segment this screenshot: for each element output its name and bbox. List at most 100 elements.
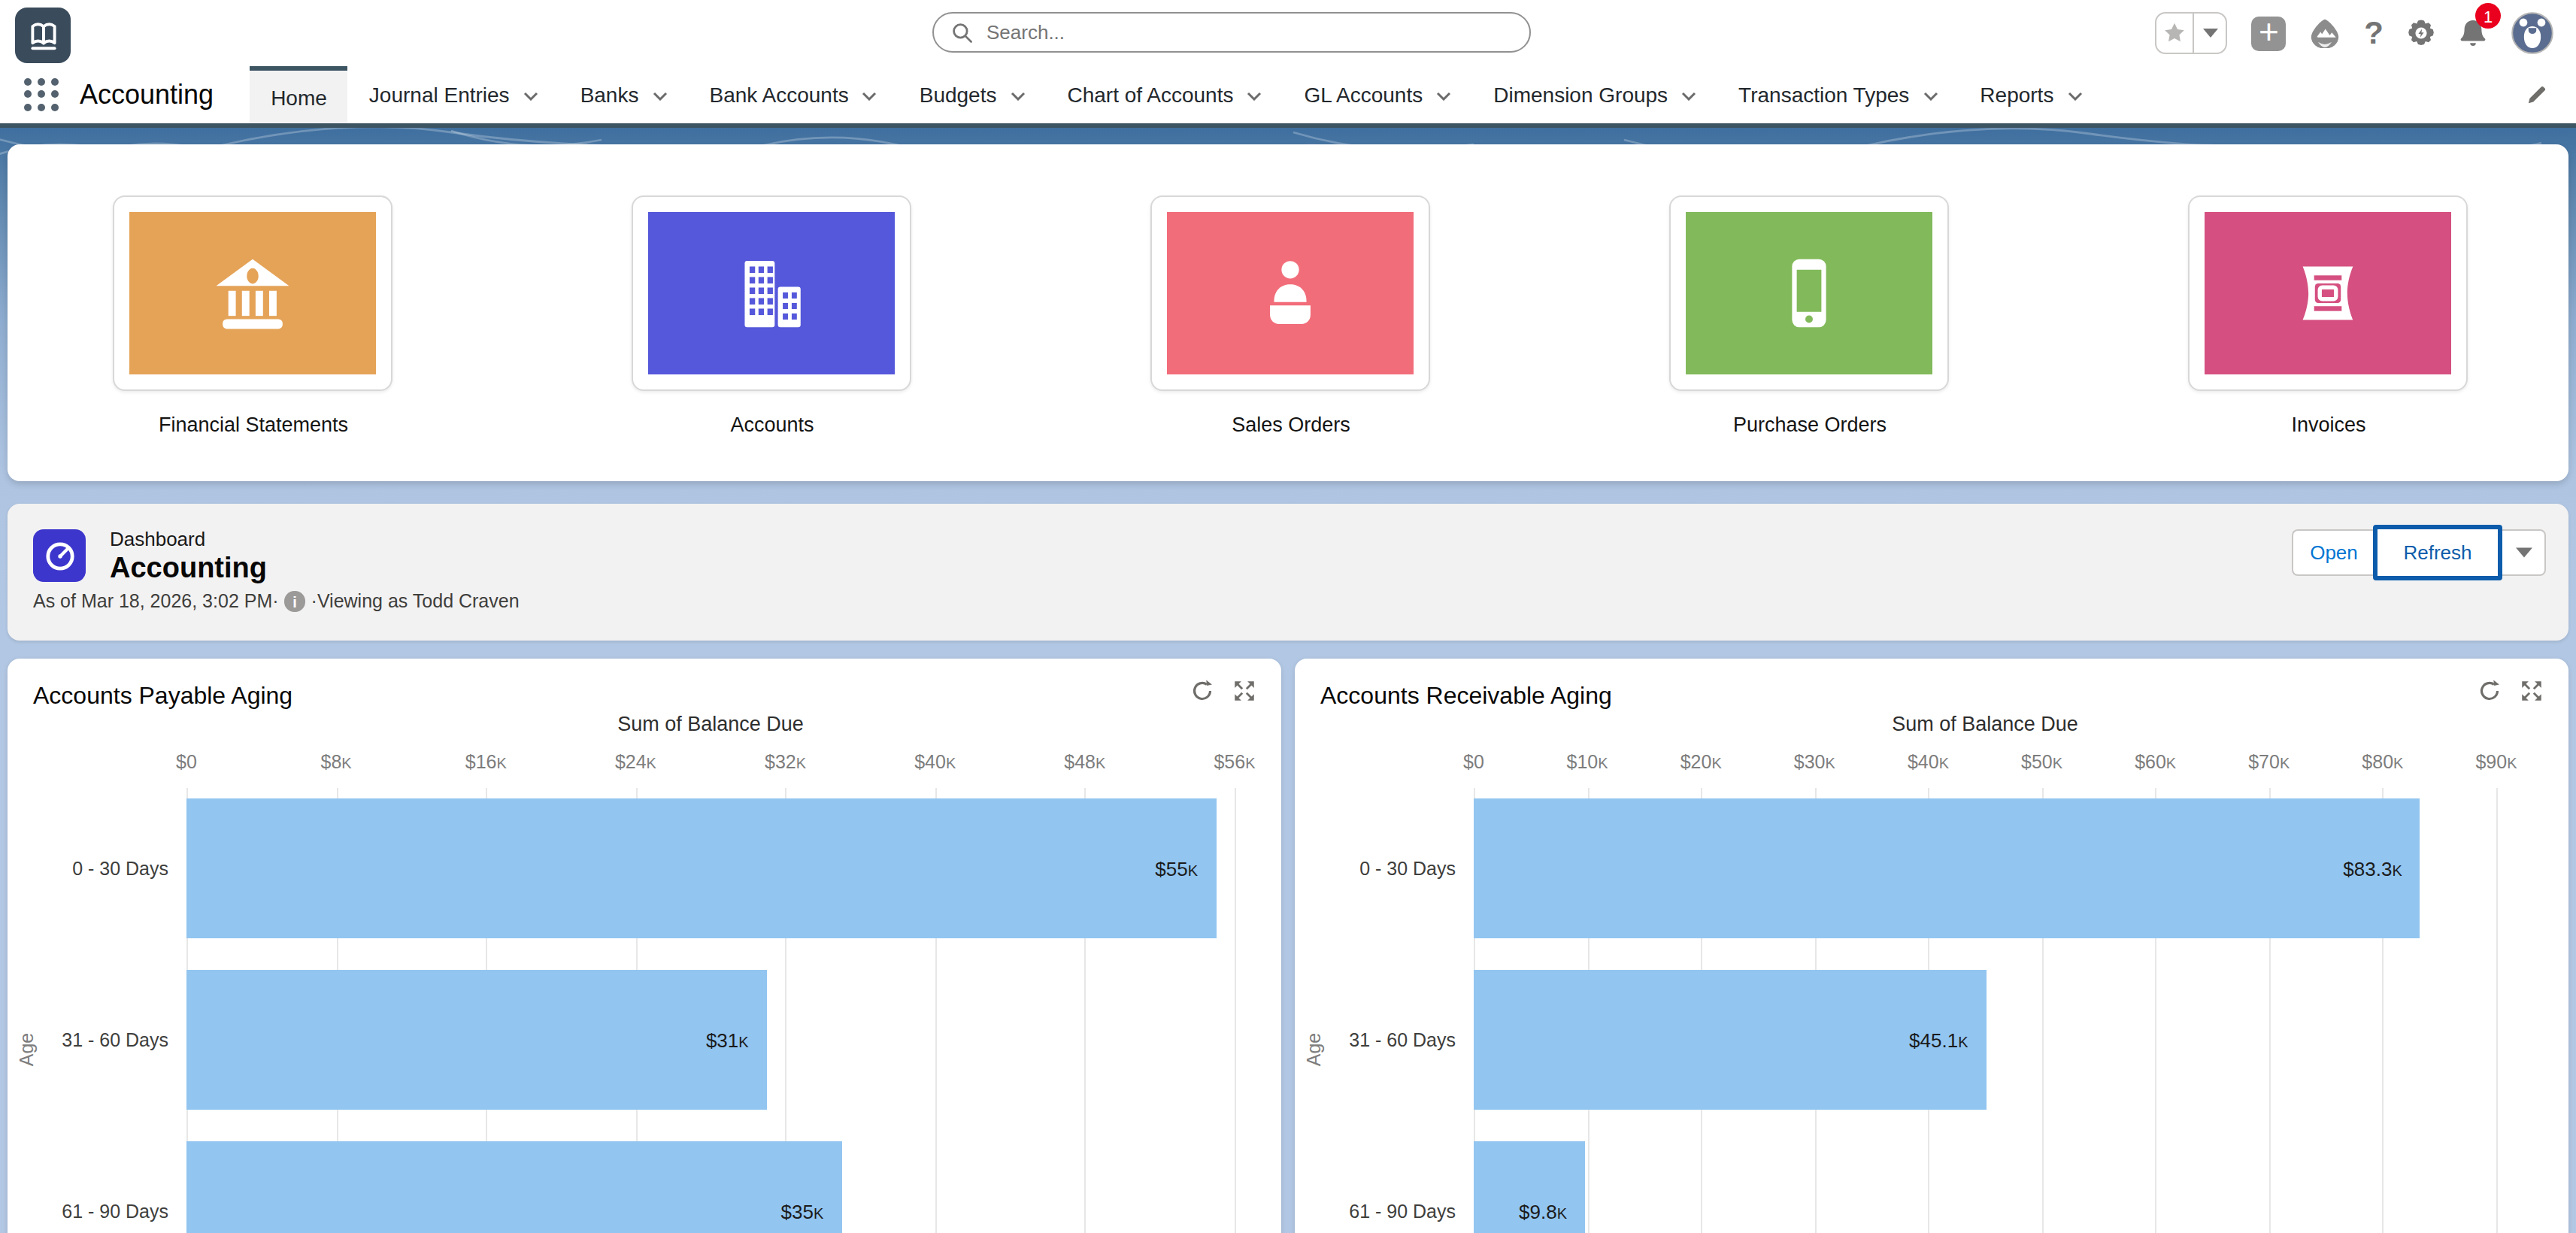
ticket-icon — [2204, 212, 2450, 374]
expand-chart-icon[interactable] — [1233, 680, 1256, 702]
chevron-down-icon — [1681, 92, 1696, 101]
dashboard-buttons: Open Refresh — [2292, 529, 2546, 576]
edit-nav-pencil-icon[interactable] — [2526, 83, 2549, 111]
nav-tabs: Home Journal Entries Banks Bank Accounts Bud… — [250, 66, 2103, 123]
chevron-down-icon — [523, 92, 538, 101]
x-tick-label: $80K — [2362, 752, 2403, 773]
refresh-chart-icon[interactable] — [2478, 680, 2501, 702]
favorites-button-group[interactable] — [2155, 12, 2227, 54]
x-tick-label: $8K — [321, 752, 352, 773]
chart-title: Accounts Receivable Aging — [1320, 683, 1612, 710]
tile-box[interactable] — [2187, 195, 2467, 391]
nav-tab-label: Banks — [580, 83, 639, 107]
search-icon — [952, 22, 973, 43]
global-search[interactable] — [932, 12, 1531, 53]
quick-access-tiles-card: Financial Statements Accounts Sales Orders… — [8, 144, 2568, 481]
chevron-down-icon — [2067, 92, 2082, 101]
favorites-caret[interactable] — [2193, 14, 2226, 53]
nav-tab-label: Journal Entries — [369, 83, 510, 107]
nav-tab-chart-of-accounts[interactable]: Chart of Accounts — [1046, 66, 1283, 123]
x-tick-label: $32K — [765, 752, 806, 773]
tile-box[interactable] — [1668, 195, 1948, 391]
tile-invoices[interactable]: Invoices — [2187, 195, 2470, 436]
nav-tab-label: GL Accounts — [1305, 83, 1423, 107]
nav-tab-gl-accounts[interactable]: GL Accounts — [1283, 66, 1473, 123]
tile-label: Invoices — [2187, 414, 2470, 436]
nav-tab-bank-accounts[interactable]: Bank Accounts — [688, 66, 898, 123]
x-tick-label: $48K — [1064, 752, 1105, 773]
dashboard-type-label: Dashboard — [110, 528, 205, 550]
notifications-bell-icon[interactable]: 1 — [2459, 18, 2487, 48]
nav-tab-journal-entries[interactable]: Journal Entries — [348, 66, 559, 123]
favorite-star-icon[interactable] — [2156, 14, 2193, 53]
nav-tab-banks[interactable]: Banks — [559, 66, 689, 123]
bank-icon — [129, 212, 375, 374]
expand-chart-icon[interactable] — [2520, 680, 2543, 702]
x-tick-label: $0 — [1463, 752, 1484, 773]
nav-tab-label: Home — [271, 85, 327, 109]
global-header: + ? 1 — [0, 0, 2576, 66]
tile-sales-orders[interactable]: Sales Orders — [1150, 195, 1432, 436]
bar-value-label: $83.3K — [2333, 857, 2402, 880]
category-label: 0 - 30 Days — [18, 858, 168, 879]
chart-card-icons — [1191, 680, 1256, 702]
x-tick-label: $70K — [2248, 752, 2290, 773]
dashboard-asof: As of Mar 18, 2026, 3:02 PM· i ·Viewing … — [33, 591, 520, 612]
buildings-icon — [647, 212, 894, 374]
help-icon[interactable]: ? — [2364, 15, 2384, 51]
app-launcher-icon[interactable] — [24, 77, 59, 112]
category-label: 31 - 60 Days — [18, 1029, 168, 1050]
bar-0-30Days[interactable] — [1474, 798, 2420, 938]
open-button[interactable]: Open — [2292, 529, 2374, 576]
chart-ylabel: Age — [17, 1033, 38, 1067]
bar-value-label: $55K — [1129, 857, 1198, 880]
chart-card-icons — [2478, 680, 2543, 702]
app-nav-bar: Accounting HomeJournal EntriesBanksBank … — [0, 66, 2576, 128]
bar-value-label: $45.1K — [1899, 1029, 1968, 1051]
tile-accounts[interactable]: Accounts — [631, 195, 914, 436]
refresh-button[interactable]: Refresh — [2373, 525, 2502, 580]
nav-tab-home[interactable]: Home — [250, 66, 348, 123]
trailhead-icon[interactable] — [2308, 18, 2341, 48]
user-avatar[interactable] — [2511, 12, 2553, 54]
x-tick-label: $40K — [914, 752, 956, 773]
bar-value-label: $9.8K — [1498, 1200, 1567, 1222]
chevron-down-icon — [862, 92, 877, 101]
x-tick-label: $10K — [1567, 752, 1608, 773]
bar-61-90Days[interactable] — [186, 1141, 841, 1233]
x-tick-label: $50K — [2021, 752, 2062, 773]
viewing-as-text: ·Viewing as Todd Craven — [311, 591, 520, 612]
bar-0-30Days[interactable] — [186, 798, 1216, 938]
chart-xlabel: Sum of Balance Due — [617, 713, 804, 735]
nav-tab-label: Budgets — [920, 83, 997, 107]
tile-label: Sales Orders — [1150, 414, 1432, 436]
dashboard-more-caret-button[interactable] — [2501, 529, 2546, 576]
nav-tab-label: Bank Accounts — [709, 83, 848, 107]
nav-tab-dimension-groups[interactable]: Dimension Groups — [1472, 66, 1717, 123]
tile-label: Accounts — [631, 414, 914, 436]
tile-box[interactable] — [112, 195, 392, 391]
x-tick-label: $30K — [1794, 752, 1835, 773]
nav-tab-budgets[interactable]: Budgets — [899, 66, 1047, 123]
nav-tab-transaction-types[interactable]: Transaction Types — [1717, 66, 1959, 123]
chevron-down-icon — [1923, 92, 1938, 101]
info-icon[interactable]: i — [285, 592, 305, 612]
header-actions: + ? 1 — [2155, 0, 2576, 66]
tile-purchase-orders[interactable]: Purchase Orders — [1668, 195, 1951, 436]
tile-box[interactable] — [1150, 195, 1429, 391]
accounts-receivable-aging-card: Accounts Receivable AgingSum of Balance … — [1295, 659, 2568, 1233]
tile-financial-statements[interactable]: Financial Statements — [112, 195, 395, 436]
quick-create-button[interactable]: + — [2251, 16, 2286, 50]
app-logo[interactable] — [15, 8, 71, 63]
tile-box[interactable] — [631, 195, 911, 391]
notification-badge: 1 — [2475, 3, 2501, 29]
phone-icon — [1685, 212, 1932, 374]
x-tick-label: $16K — [465, 752, 507, 773]
nav-tab-label: Reports — [1980, 83, 2053, 107]
nav-tab-reports[interactable]: Reports — [1959, 66, 2103, 123]
nav-tab-label: Dimension Groups — [1493, 83, 1668, 107]
x-tick-label: $20K — [1680, 752, 1722, 773]
setup-gear-icon[interactable] — [2406, 18, 2436, 48]
search-input[interactable] — [983, 20, 1501, 45]
refresh-chart-icon[interactable] — [1191, 680, 1214, 702]
